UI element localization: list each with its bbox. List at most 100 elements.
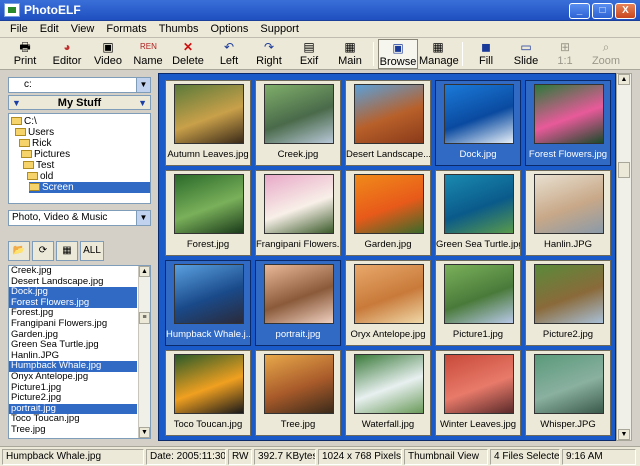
exif-button[interactable]: ▤ Exif [294, 39, 324, 69]
tree-node[interactable]: Users [15, 127, 54, 138]
refresh-button[interactable]: ⟳ [32, 241, 54, 261]
tree-node-selected[interactable]: Screen [29, 182, 150, 193]
grid-icon: ▦ [62, 245, 72, 256]
delete-button[interactable]: ✕ Delete [170, 39, 206, 69]
grid-scrollbar[interactable]: ▲ ▼ [616, 73, 632, 441]
video-button[interactable]: ▣ Video [90, 39, 126, 69]
menu-file[interactable]: File [4, 23, 34, 35]
select-all-button[interactable]: ALL [80, 241, 104, 261]
menu-thumbs[interactable]: Thumbs [153, 23, 205, 35]
scroll-up-icon[interactable]: ▲ [139, 266, 150, 277]
thumbnail-caption: Green Sea Turtle.jpg [436, 239, 520, 250]
thumbnail-cell[interactable]: Green Sea Turtle.jpg [435, 170, 521, 256]
menu-edit[interactable]: Edit [34, 23, 65, 35]
menu-formats[interactable]: Formats [100, 23, 152, 35]
menu-support[interactable]: Support [254, 23, 305, 35]
thumbnail-cell[interactable]: Forest.jpg [165, 170, 251, 256]
tree-node[interactable]: Test [23, 160, 54, 171]
folder-icon [29, 183, 40, 191]
thumbnail-cell[interactable]: Waterfall.jpg [345, 350, 431, 436]
thumbnail-cell[interactable]: Autumn Leaves.jpg [165, 80, 251, 166]
main-icon: ▦ [344, 40, 356, 54]
fill-button[interactable]: ◼ Fill [472, 39, 500, 69]
folder-icon [11, 117, 22, 125]
drive-select[interactable]: c: ▼ [8, 77, 151, 93]
triangle-down-icon[interactable]: ▼ [12, 98, 21, 108]
one-to-one-button[interactable]: ⊞ 1:1 [552, 39, 578, 69]
thumbnail-cell[interactable]: Toco Toucan.jpg [165, 350, 251, 436]
file-list-scrollbar[interactable]: ▲ ≡ ▼ [138, 266, 150, 438]
tree-node[interactable]: C:\ [11, 116, 37, 127]
zoom-icon: ⌕ [602, 40, 610, 54]
thumbnail-cell[interactable]: Picture1.jpg [435, 260, 521, 346]
scroll-down-icon[interactable]: ▼ [139, 427, 150, 438]
file-type-filter[interactable]: Photo, Video & Music ▼ [8, 210, 151, 226]
zoom-button[interactable]: ⌕ Zoom [590, 39, 622, 69]
folder-icon [19, 139, 30, 147]
thumbnail-cell[interactable]: Humpback Whale.j... [165, 260, 251, 346]
rotate-left-button[interactable]: ↶ Left [212, 39, 246, 69]
tree-node[interactable]: Pictures [21, 149, 70, 160]
thumbnail-cell[interactable]: Frangipani Flowers... [255, 170, 341, 256]
thumbnail-caption: Humpback Whale.j... [166, 329, 250, 340]
thumbnail-caption: Toco Toucan.jpg [173, 419, 243, 430]
thumbnail-cell[interactable]: Forest Flowers.jpg [525, 80, 611, 166]
thumbnail-cell[interactable]: portrait.jpg [255, 260, 341, 346]
thumbnail-cell[interactable]: Hanlin.JPG [525, 170, 611, 256]
scroll-thumb[interactable]: ≡ [139, 312, 150, 324]
file-list-item[interactable]: Creek.jpg [9, 266, 137, 277]
thumbnail-cell[interactable]: Whisper.JPG [525, 350, 611, 436]
my-stuff-bar[interactable]: ▼ My Stuff ▼ [8, 95, 151, 110]
thumbnail-caption: Waterfall.jpg [361, 419, 415, 430]
thumbnail-caption: portrait.jpg [275, 329, 321, 340]
file-list-item[interactable]: Frangipani Flowers.jpg [9, 318, 137, 330]
folder-icon [21, 150, 32, 158]
folder-up-button[interactable]: 📂 [8, 241, 30, 261]
file-list-item[interactable]: Onyx Antelope.jpg [9, 371, 137, 383]
print-button[interactable]: 🖶 Print [6, 39, 44, 69]
thumbnail-cell[interactable]: Creek.jpg [255, 80, 341, 166]
folder-icon [23, 161, 34, 169]
menu-options[interactable]: Options [204, 23, 254, 35]
grid-view-button[interactable]: ▦ [56, 241, 78, 261]
chevron-down-icon: ▼ [136, 78, 150, 92]
thumbnail-cell[interactable]: Desert Landscape... [345, 80, 431, 166]
scroll-down-icon[interactable]: ▼ [618, 429, 630, 440]
tree-node[interactable]: Rick [19, 138, 51, 149]
palette-icon: ◕ [63, 40, 71, 54]
browse-button[interactable]: ▣ Browse [378, 39, 418, 69]
main-button[interactable]: ▦ Main [334, 39, 366, 69]
thumbnail-image [174, 354, 244, 414]
triangle-down-icon[interactable]: ▼ [138, 98, 147, 108]
status-date: Date: 2005:11:30 [146, 449, 226, 465]
left-panel: c: ▼ ▼ My Stuff ▼ C:\ Users Rick Picture… [4, 73, 152, 441]
maximize-button[interactable]: □ [592, 3, 613, 19]
thumbnail-cell[interactable]: Tree.jpg [255, 350, 341, 436]
thumbnail-caption: Creek.jpg [277, 149, 319, 160]
rotate-right-button[interactable]: ↷ Right [252, 39, 286, 69]
thumbnail-cell[interactable]: Winter Leaves.jpg [435, 350, 521, 436]
thumbnail-image [264, 84, 334, 144]
file-list-item[interactable]: Tree.jpg [9, 424, 137, 436]
tree-node[interactable]: old [27, 171, 53, 182]
scroll-thumb[interactable] [618, 162, 630, 178]
menu-view[interactable]: View [65, 23, 101, 35]
thumbnail-cell[interactable]: Dock.jpg [435, 80, 521, 166]
manage-button[interactable]: ▦ Manage [419, 39, 459, 69]
scroll-up-icon[interactable]: ▲ [618, 74, 630, 85]
slide-button[interactable]: ▭ Slide [512, 39, 540, 69]
thumbnail-image [174, 174, 244, 234]
close-button[interactable]: X [615, 3, 636, 19]
name-button[interactable]: REN Name [130, 39, 166, 69]
thumbnail-image [354, 84, 424, 144]
editor-button[interactable]: ◕ Editor [48, 39, 86, 69]
thumbnail-caption: Frangipani Flowers... [256, 239, 340, 250]
thumbnail-cell[interactable]: Garden.jpg [345, 170, 431, 256]
refresh-icon: ⟳ [38, 245, 48, 256]
thumbnail-cell[interactable]: Picture2.jpg [525, 260, 611, 346]
minimize-button[interactable]: _ [569, 3, 590, 19]
status-size: 392.7 KBytes [254, 449, 316, 465]
thumbnail-cell[interactable]: Oryx Antelope.jpg [345, 260, 431, 346]
thumbnail-caption: Picture2.jpg [542, 329, 594, 340]
status-filename: Humpback Whale.jpg [2, 449, 144, 465]
